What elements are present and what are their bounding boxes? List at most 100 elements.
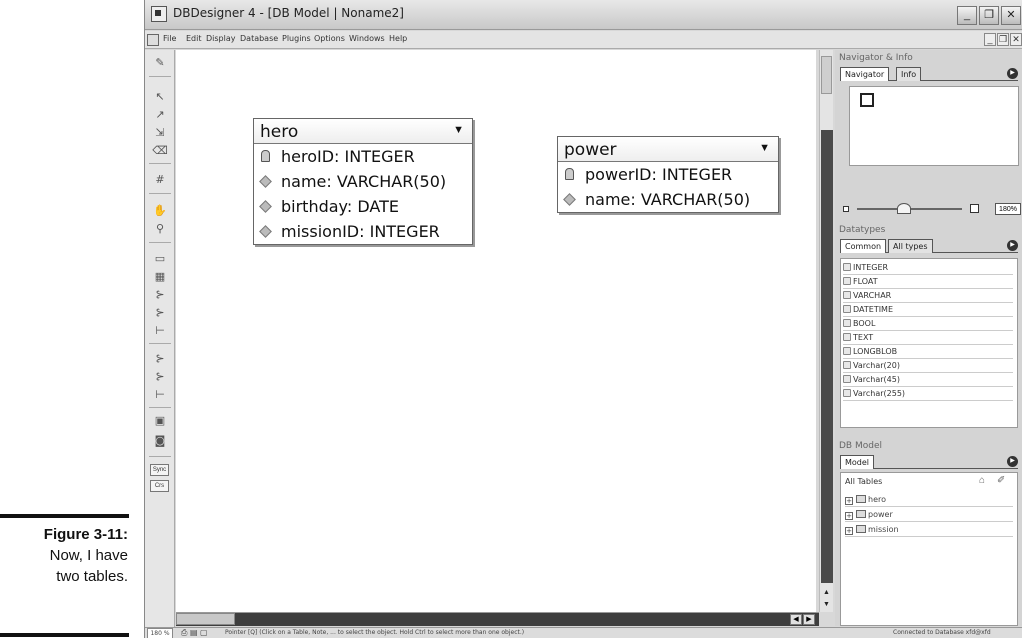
maximize-button[interactable]: ❐ (979, 6, 999, 25)
zoom-out-icon[interactable] (843, 206, 849, 212)
datatype-item[interactable]: Varchar(20) (843, 359, 1013, 373)
relation-1n-sub-icon[interactable]: ⊱ (150, 350, 170, 368)
title-bar[interactable]: DBDesigner 4 - [DB Model | Noname2] _ ❐ … (145, 0, 1022, 30)
panel-arrow-icon[interactable]: ▶ (1007, 456, 1018, 467)
model-canvas[interactable]: hero ▼ heroID: INTEGER name: VARCHAR(50)… (176, 50, 816, 612)
column-row[interactable]: missionID: INTEGER (254, 219, 472, 244)
expand-icon[interactable]: + (845, 527, 853, 535)
relation-nm-sub-icon[interactable]: ⊢ (150, 386, 170, 404)
viewport-rect[interactable] (860, 93, 874, 107)
mdi-restore-button[interactable]: ❐ (997, 33, 1009, 46)
menu-help[interactable]: Help (389, 34, 407, 43)
column-text: missionID: INTEGER (281, 222, 440, 241)
tree-item-power[interactable]: + power (845, 508, 1013, 522)
eraser-icon[interactable]: ⌫ (150, 142, 170, 160)
region-icon[interactable]: ▭ (150, 250, 170, 268)
new-table-icon[interactable]: ⌂ (979, 475, 985, 486)
tab-info[interactable]: Info (896, 67, 922, 81)
minimize-button[interactable]: _ (957, 6, 977, 25)
menu-database[interactable]: Database (240, 34, 278, 43)
eraser-icon[interactable]: ✐ (997, 475, 1005, 486)
datatype-item[interactable]: Varchar(255) (843, 387, 1013, 401)
tab-navigator[interactable]: Navigator (840, 67, 890, 81)
image-icon[interactable]: ◙ (150, 432, 170, 450)
hand-icon[interactable]: ✋ (150, 202, 170, 220)
menu-file[interactable]: File (163, 34, 176, 43)
grid-icon[interactable]: # (150, 171, 170, 189)
relation-11-icon[interactable]: ⊱ (150, 304, 170, 322)
datatype-item[interactable]: TEXT (843, 331, 1013, 345)
dropdown-arrow-icon[interactable]: ▼ (759, 142, 770, 154)
scroll-left-icon[interactable]: ◀ (790, 614, 802, 625)
relation-1n-icon[interactable]: ⊱ (150, 286, 170, 304)
select-add-tool-icon[interactable]: ↗ (150, 106, 170, 124)
column-row[interactable]: name: VARCHAR(50) (558, 187, 778, 212)
tree-item-mission[interactable]: + mission (845, 523, 1013, 537)
scrollbar-thumb[interactable] (176, 613, 235, 625)
datatype-item[interactable]: Varchar(45) (843, 373, 1013, 387)
table-icon[interactable]: ▦ (150, 268, 170, 286)
table-icon (856, 495, 866, 503)
field-icon (259, 225, 272, 238)
navigator-view[interactable] (849, 86, 1019, 166)
dropdown-arrow-icon[interactable]: ▼ (453, 124, 464, 136)
expand-icon[interactable]: + (845, 497, 853, 505)
scroll-up-icon[interactable]: ▲ (821, 587, 832, 598)
mdi-minimize-button[interactable]: _ (984, 33, 996, 46)
menu-options[interactable]: Options (314, 34, 345, 43)
vertical-scrollbar[interactable]: ▲ ▼ (819, 50, 833, 612)
zoom-icon[interactable]: ⚲ (150, 220, 170, 238)
relation-11-sub-icon[interactable]: ⊱ (150, 368, 170, 386)
zoom-in-icon[interactable] (970, 204, 979, 213)
note-icon[interactable]: ▣ (150, 412, 170, 430)
scrollbar-thumb[interactable] (821, 56, 832, 94)
scrollbar-track[interactable] (821, 130, 833, 583)
column-row[interactable]: heroID: INTEGER (254, 144, 472, 169)
close-button[interactable]: ✕ (1001, 6, 1021, 25)
column-row[interactable]: birthday: DATE (254, 194, 472, 219)
datatype-item[interactable]: BOOL (843, 317, 1013, 331)
table-power[interactable]: power ▼ powerID: INTEGER name: VARCHAR(5… (557, 136, 779, 213)
datatype-label: DATETIME (853, 305, 894, 314)
datatype-item[interactable]: LONGBLOB (843, 345, 1013, 359)
horizontal-scrollbar[interactable]: ◀ ▶ (176, 612, 819, 626)
datatype-item[interactable]: DATETIME (843, 303, 1013, 317)
zoom-value[interactable]: 180% (995, 203, 1021, 215)
datatype-label: FLOAT (853, 277, 878, 286)
tab-all-types[interactable]: All types (888, 239, 933, 253)
status-message: Pointer [Q] (Click on a Table, Note, ...… (225, 629, 525, 636)
tree-item-hero[interactable]: + hero (845, 493, 1013, 507)
column-row[interactable]: name: VARCHAR(50) (254, 169, 472, 194)
pencil-icon[interactable]: ✎ (150, 54, 170, 72)
menu-windows[interactable]: Windows (349, 34, 385, 43)
zoom-slider-knob[interactable] (897, 203, 911, 214)
datatype-icon (843, 263, 851, 271)
datatype-item[interactable]: VARCHAR (843, 289, 1013, 303)
sync-button[interactable]: Sync (150, 464, 169, 476)
panel-arrow-icon[interactable]: ▶ (1007, 68, 1018, 79)
datatype-label: VARCHAR (853, 291, 892, 300)
mdi-close-button[interactable]: ✕ (1010, 33, 1022, 46)
panel-arrow-icon[interactable]: ▶ (1007, 240, 1018, 251)
column-row[interactable]: powerID: INTEGER (558, 162, 778, 187)
menu-edit[interactable]: Edit (186, 34, 202, 43)
menu-plugins[interactable]: Plugins (282, 34, 311, 43)
table-header[interactable]: power ▼ (558, 137, 778, 162)
relation-nm-icon[interactable]: ⊢ (150, 322, 170, 340)
datatype-icon (843, 361, 851, 369)
scroll-down-icon[interactable]: ▼ (821, 599, 832, 610)
menu-display[interactable]: Display (206, 34, 236, 43)
crs-button[interactable]: Crs (150, 480, 169, 492)
datatype-item[interactable]: INTEGER (843, 261, 1013, 275)
datatype-item[interactable]: FLOAT (843, 275, 1013, 289)
pointer-tool-icon[interactable]: ↖ (150, 88, 170, 106)
scroll-right-icon[interactable]: ▶ (803, 614, 815, 625)
move-tool-icon[interactable]: ⇲ (150, 124, 170, 142)
tab-common[interactable]: Common (840, 239, 887, 253)
app-icon[interactable] (151, 6, 167, 22)
document-icon[interactable] (147, 34, 159, 46)
expand-icon[interactable]: + (845, 512, 853, 520)
table-hero[interactable]: hero ▼ heroID: INTEGER name: VARCHAR(50)… (253, 118, 473, 245)
table-header[interactable]: hero ▼ (254, 119, 472, 144)
tab-model[interactable]: Model (840, 455, 875, 469)
